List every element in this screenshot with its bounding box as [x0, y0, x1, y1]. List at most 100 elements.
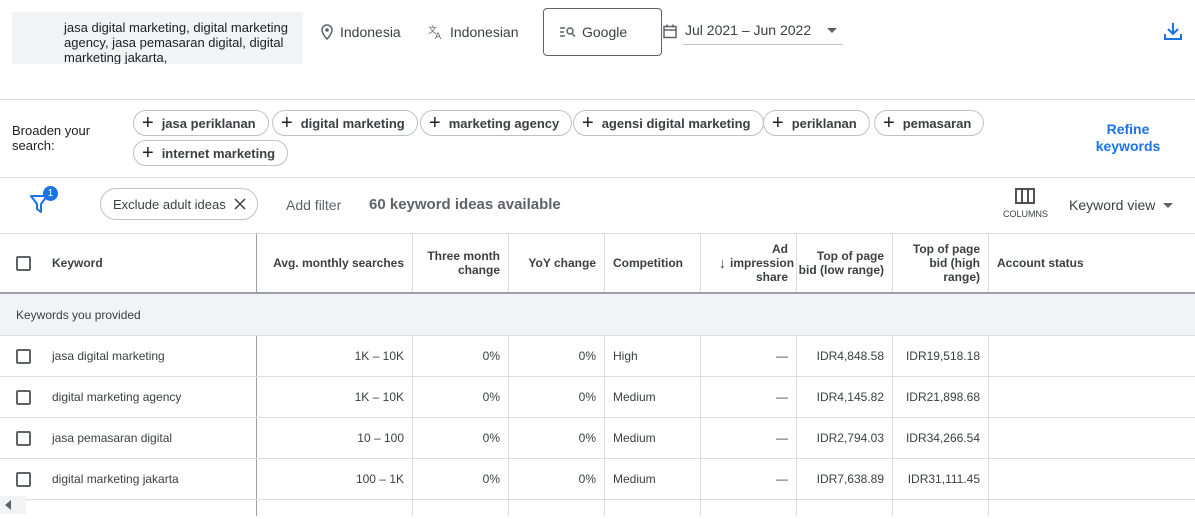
select-all-checkbox-cell[interactable] — [16, 234, 36, 292]
plus-icon: + — [281, 112, 293, 134]
broaden-chip-label: agensi digital marketing — [601, 115, 751, 131]
cell-avg-monthly-searches: 100 – 1K — [355, 472, 404, 486]
cell-keyword: jasa pemasaran digital — [52, 431, 173, 445]
cell-bid-low: IDR4,145.82 — [816, 390, 884, 404]
cell-three-month-change: 0% — [482, 349, 500, 363]
cell-bid-high: IDR31,111.45 — [907, 472, 980, 486]
group-label: Keywords you provided — [16, 307, 141, 322]
cell-three-month-change: 0% — [482, 472, 500, 486]
table-row[interactable]: digital marketing jakarta 100 – 1K 0% 0%… — [0, 459, 1195, 500]
cell-bid-high: IDR21,898.68 — [905, 390, 980, 404]
plus-icon: + — [142, 142, 154, 164]
scroll-left-arrow-icon[interactable] — [0, 496, 14, 514]
chevron-down-icon — [1163, 202, 1174, 208]
columns-icon — [1015, 188, 1035, 204]
date-range-field[interactable]: Jul 2021 – Jun 2022 — [683, 18, 843, 45]
columns-label: COLUMNS — [1003, 209, 1049, 219]
broaden-chip[interactable]: + jasa periklanan — [133, 110, 269, 136]
header-ad-impression-share[interactable]: ↓ Ad impression share — [701, 234, 796, 292]
refine-keywords-button[interactable]: Refine keywords — [1090, 121, 1166, 155]
cell-bid-low: IDR4,848.58 — [816, 349, 884, 363]
cell-competition: High — [613, 349, 638, 363]
plus-icon: + — [772, 112, 784, 134]
table-row[interactable]: jasa digital marketing 1K – 10K 0% 0% Hi… — [0, 336, 1195, 377]
svg-text:A: A — [435, 32, 442, 40]
sort-arrow-down-icon: ↓ — [719, 255, 726, 271]
keyword-table: Keyword Avg. monthly searches Three mont… — [0, 233, 1195, 516]
horizontal-scrollbar[interactable] — [0, 496, 26, 514]
table-row[interactable]: jasa pemasaran digital 10 – 100 0% 0% Me… — [0, 418, 1195, 459]
broaden-label: Broaden your search: — [12, 123, 91, 153]
header-competition[interactable]: Competition — [613, 234, 700, 292]
cell-bid-low: IDR2,794.03 — [816, 431, 884, 445]
language-label: Indonesian — [450, 24, 519, 40]
language-selector[interactable]: 文 A Indonesian — [428, 24, 519, 40]
select-all-checkbox[interactable] — [16, 255, 31, 271]
keyword-view-label: Keyword view — [1069, 197, 1156, 213]
plus-icon: + — [582, 112, 594, 134]
broaden-chip[interactable]: + pemasaran — [874, 110, 985, 136]
download-icon[interactable] — [1164, 22, 1182, 41]
cell-three-month-change: 0% — [482, 431, 500, 445]
broaden-chip[interactable]: + agensi digital marketing — [573, 110, 764, 136]
header-three-month-change[interactable]: Three month change — [413, 234, 508, 292]
calendar-icon — [663, 24, 677, 39]
cell-competition: Medium — [613, 431, 656, 445]
broaden-chip-label: digital marketing — [300, 115, 405, 131]
keyword-ideas-count: 60 keyword ideas available — [369, 196, 561, 213]
header-account-status[interactable]: Account status — [997, 234, 1187, 292]
cell-ad-impression-share: — — [776, 349, 788, 363]
cell-keyword: digital marketing jakarta — [52, 472, 179, 486]
broaden-chip[interactable]: + digital marketing — [272, 110, 418, 136]
broaden-chip-label: jasa periklanan — [161, 115, 256, 131]
broaden-chip-label: internet marketing — [161, 145, 276, 161]
row-checkbox[interactable] — [16, 389, 31, 405]
table-header: Keyword Avg. monthly searches Three mont… — [0, 234, 1195, 294]
keyword-view-selector[interactable]: Keyword view — [1069, 197, 1177, 213]
cell-ad-impression-share: — — [776, 431, 788, 445]
close-icon[interactable] — [234, 198, 246, 210]
header-yoy-change[interactable]: YoY change — [509, 234, 604, 292]
cell-avg-monthly-searches: 1K – 10K — [354, 349, 404, 363]
broaden-chip-label: periklanan — [791, 115, 857, 131]
row-checkbox[interactable] — [16, 471, 31, 487]
cell-bid-low: IDR7,638.89 — [816, 472, 884, 486]
broaden-chip-label: marketing agency — [448, 115, 560, 131]
header-bid-high[interactable]: Top of page bid (high range) — [893, 234, 988, 292]
location-label: Indonesia — [340, 24, 401, 40]
cell-keyword: jasa digital marketing — [52, 349, 165, 363]
table-row[interactable]: digital marketing agency 1K – 10K 0% 0% … — [0, 377, 1195, 418]
cell-yoy-change: 0% — [578, 431, 596, 445]
broaden-chip-label: pemasaran — [902, 115, 972, 131]
broaden-chip[interactable]: + marketing agency — [420, 110, 573, 136]
add-filter-button[interactable]: Add filter — [286, 197, 341, 213]
translate-icon: 文 A — [428, 24, 442, 40]
header-keyword[interactable]: Keyword — [52, 234, 252, 292]
cell-avg-monthly-searches: 1K – 10K — [354, 390, 404, 404]
filter-count-badge: 1 — [43, 186, 58, 201]
cell-ad-impression-share: — — [776, 390, 788, 404]
location-selector[interactable]: Indonesia — [320, 24, 401, 40]
exclude-chip-label: Exclude adult ideas — [113, 196, 226, 212]
chevron-down-icon — [827, 27, 837, 33]
cell-keyword: digital marketing agency — [52, 390, 182, 404]
row-checkbox[interactable] — [16, 348, 31, 364]
row-checkbox[interactable] — [16, 430, 31, 446]
broaden-search-panel: Broaden your search: + jasa periklanan +… — [0, 100, 1195, 178]
cell-competition: Medium — [613, 472, 656, 486]
cell-bid-high: IDR34,266.54 — [905, 431, 980, 445]
date-range-label: Jul 2021 – Jun 2022 — [685, 22, 812, 38]
exclude-adult-ideas-chip[interactable]: Exclude adult ideas — [100, 188, 258, 220]
plus-icon: + — [142, 112, 154, 134]
network-selector[interactable]: Google — [543, 8, 662, 56]
cell-competition: Medium — [613, 390, 656, 404]
top-bar: jasa digital marketing, digital marketin… — [0, 0, 1195, 100]
columns-button[interactable]: COLUMNS — [1003, 188, 1049, 219]
date-range-selector[interactable]: Jul 2021 – Jun 2022 — [663, 18, 843, 45]
header-avg-monthly-searches[interactable]: Avg. monthly searches — [257, 234, 412, 292]
keywords-input[interactable]: jasa digital marketing, digital marketin… — [12, 12, 303, 64]
location-pin-icon — [321, 24, 333, 40]
broaden-chip[interactable]: + periklanan — [763, 110, 870, 136]
broaden-chip[interactable]: + internet marketing — [133, 140, 289, 166]
header-bid-low[interactable]: Top of page bid (low range) — [797, 234, 892, 292]
